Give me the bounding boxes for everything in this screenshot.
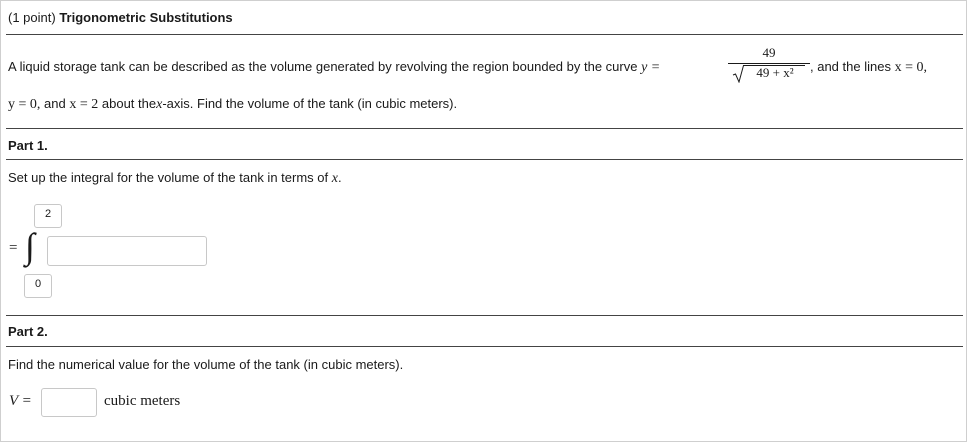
fraction-numerator: 49 xyxy=(762,45,776,60)
header-divider xyxy=(6,34,963,35)
part2-instruction: Find the numerical value for the volume … xyxy=(8,357,404,372)
integral-equals: = xyxy=(9,240,18,256)
line-y0: y = 0, xyxy=(8,97,41,112)
problem-text-3: -axis. Find the volume of the tank (in c… xyxy=(162,96,458,111)
points-label: (1 point) xyxy=(8,10,56,25)
integrand-input[interactable] xyxy=(47,236,207,266)
line-x2: x = 2 xyxy=(69,97,99,112)
lower-limit-field[interactable]: 0 xyxy=(24,274,52,298)
upper-limit-field[interactable]: 2 xyxy=(34,204,62,228)
problem-text-2: , and the lines xyxy=(810,59,891,74)
line-x0: x = 0, xyxy=(894,60,927,75)
problem-text-1: A liquid storage tank can be described a… xyxy=(8,59,638,74)
part2-title: Part 2. xyxy=(8,324,48,339)
sqrt-icon xyxy=(732,65,746,83)
curve-fraction: 49 49 + x² xyxy=(728,44,810,83)
part2-top-divider xyxy=(6,315,963,316)
problem-line-1: A liquid storage tank can be described a… xyxy=(8,59,660,76)
problem-title: Trigonometric Substitutions xyxy=(59,10,233,25)
problem-line-2: y = 0, and x = 2 about thex-axis. Find t… xyxy=(8,96,457,113)
part2-title-divider xyxy=(6,346,963,347)
integral-sign: ∫ xyxy=(25,226,35,266)
volume-units: cubic meters xyxy=(104,393,181,409)
volume-label: V = xyxy=(9,393,32,409)
fraction-denominator-wrap: 49 + x² xyxy=(728,64,810,83)
part1-title: Part 1. xyxy=(8,138,48,153)
problem-line-1-end: , and the lines x = 0, xyxy=(810,59,927,76)
part1-title-divider xyxy=(6,159,963,160)
part1-top-divider xyxy=(6,128,963,129)
volume-input[interactable] xyxy=(41,388,97,417)
fraction-denominator: 49 + x² xyxy=(756,65,794,80)
about-text: about the xyxy=(101,96,157,111)
problem-header: (1 point) Trigonometric Substitutions xyxy=(8,10,233,25)
sqrt-vinculum xyxy=(743,65,805,66)
part1-instruction: Set up the integral for the volume of th… xyxy=(8,170,342,186)
and-text: and xyxy=(44,96,66,111)
curve-equation-lhs: y = xyxy=(641,60,661,75)
